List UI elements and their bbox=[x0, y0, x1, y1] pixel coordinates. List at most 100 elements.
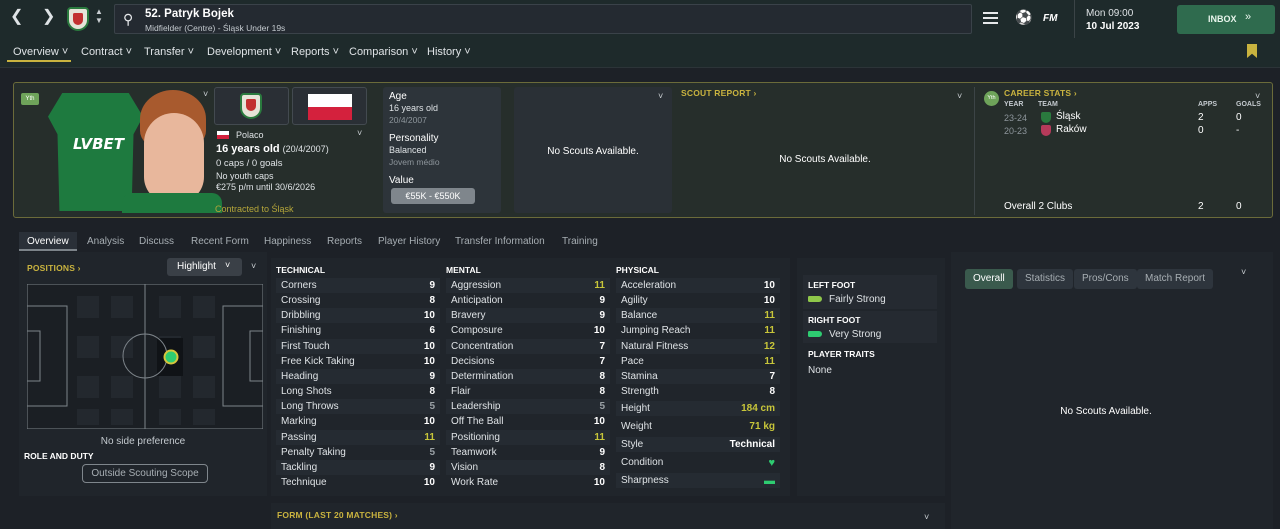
attribute-row[interactable]: Acceleration 10 bbox=[616, 278, 780, 293]
chevron-down-icon[interactable]: ˅ bbox=[203, 89, 208, 99]
scout-panel: Overall Statistics Pros/Cons Match Repor… bbox=[951, 252, 1273, 529]
tab-transfer-information[interactable]: Transfer Information bbox=[455, 236, 545, 247]
form-title[interactable]: FORM (LAST 20 MATCHES) › bbox=[277, 510, 398, 520]
highlight-dropdown[interactable]: Highlight ˅ bbox=[167, 258, 242, 276]
chevron-updown-icon[interactable]: ▲ ▼ bbox=[95, 7, 103, 25]
tab-statistics[interactable]: Statistics bbox=[1017, 269, 1074, 289]
attribute-row[interactable]: Passing 11 bbox=[276, 429, 440, 445]
chevron-down-icon[interactable]: ˅ bbox=[1241, 267, 1246, 277]
menu-reports[interactable]: Reports ˅ bbox=[291, 46, 339, 58]
tab-player-history[interactable]: Player History bbox=[378, 236, 440, 247]
career-team[interactable]: Raków bbox=[1056, 124, 1087, 135]
tab-training[interactable]: Training bbox=[562, 236, 598, 247]
attribute-value: 10 bbox=[593, 325, 605, 337]
attribute-row[interactable]: Free Kick Taking 10 bbox=[276, 354, 440, 369]
tab-overview[interactable]: Overview bbox=[27, 236, 69, 247]
attribute-row[interactable]: Jumping Reach 11 bbox=[616, 323, 780, 338]
attribute-row[interactable]: Marking 10 bbox=[276, 414, 440, 429]
attribute-row[interactable]: Penalty Taking 5 bbox=[276, 445, 440, 460]
attribute-row[interactable]: Vision 8 bbox=[446, 459, 610, 475]
chevron-down-icon[interactable]: ˅ bbox=[957, 91, 962, 101]
attribute-row[interactable]: Teamwork 9 bbox=[446, 445, 610, 460]
attribute-row[interactable]: Natural Fitness 12 bbox=[616, 338, 780, 354]
scout-report-title[interactable]: SCOUT REPORT › bbox=[681, 88, 757, 98]
ball-icon[interactable]: ⚽ bbox=[1015, 9, 1032, 26]
attribute-row[interactable]: Determination 8 bbox=[446, 368, 610, 384]
menu-overview[interactable]: Overview ˅ bbox=[13, 46, 68, 58]
tab-pros-cons[interactable]: Pros/Cons bbox=[1074, 269, 1137, 289]
menu-history[interactable]: History ˅ bbox=[427, 46, 471, 58]
attribute-row[interactable]: Condition ♥ bbox=[616, 455, 780, 470]
positions-title[interactable]: POSITIONS › bbox=[27, 263, 81, 273]
attribute-name: Condition bbox=[621, 457, 664, 468]
tab-happiness[interactable]: Happiness bbox=[264, 236, 311, 247]
career-team[interactable]: Śląsk bbox=[1056, 111, 1080, 122]
attribute-row[interactable]: Composure 10 bbox=[446, 323, 610, 338]
value-range[interactable]: €55K - €550K bbox=[391, 188, 475, 204]
tab-overall[interactable]: Overall bbox=[965, 269, 1013, 289]
chevron-down-icon[interactable]: ˅ bbox=[357, 128, 362, 138]
tab-discuss[interactable]: Discuss bbox=[139, 236, 174, 247]
tab-recent-form[interactable]: Recent Form bbox=[191, 236, 249, 247]
attribute-row[interactable]: Anticipation 9 bbox=[446, 293, 610, 308]
menu-transfer[interactable]: Transfer ˅ bbox=[144, 46, 194, 58]
date-time[interactable]: Mon 09:00 bbox=[1086, 8, 1133, 19]
club-crest-icon[interactable] bbox=[67, 7, 89, 31]
tab-analysis[interactable]: Analysis bbox=[87, 236, 124, 247]
club-badge-box[interactable] bbox=[214, 87, 289, 125]
attribute-row[interactable]: Concentration 7 bbox=[446, 338, 610, 354]
menu-comparison[interactable]: Comparison ˅ bbox=[349, 46, 418, 58]
search-bar[interactable]: ⚲ 52. Patryk Bojek Midfielder (Centre) -… bbox=[114, 4, 972, 34]
attribute-row[interactable]: Tackling 9 bbox=[276, 459, 440, 475]
attribute-row[interactable]: Balance 11 bbox=[616, 308, 780, 324]
attribute-row[interactable]: Finishing 6 bbox=[276, 323, 440, 338]
attribute-row[interactable]: Bravery 9 bbox=[446, 308, 610, 324]
chevron-down-icon[interactable]: ˅ bbox=[251, 261, 256, 271]
role-duty-button[interactable]: Outside Scouting Scope bbox=[82, 464, 208, 483]
nation-flag-box[interactable] bbox=[292, 87, 367, 125]
attribute-name: Weight bbox=[621, 421, 652, 432]
contract-status[interactable]: Contracted to Śląsk bbox=[215, 204, 294, 214]
attribute-row[interactable]: Decisions 7 bbox=[446, 354, 610, 369]
attribute-row[interactable]: First Touch 10 bbox=[276, 338, 440, 354]
attribute-row[interactable]: Weight 71 kg bbox=[616, 419, 780, 434]
attribute-row[interactable]: Height 184 cm bbox=[616, 401, 780, 416]
attribute-row[interactable]: Sharpness ▬ bbox=[616, 473, 780, 488]
slask-crest-icon bbox=[1041, 112, 1051, 123]
tab-reports[interactable]: Reports bbox=[327, 236, 362, 247]
attribute-row[interactable]: Positioning 11 bbox=[446, 429, 610, 445]
attribute-row[interactable]: Aggression 11 bbox=[446, 278, 610, 293]
chevron-down-icon[interactable]: ˅ bbox=[658, 91, 663, 101]
attribute-row[interactable]: Crossing 8 bbox=[276, 293, 440, 308]
inbox-button[interactable]: INBOX » bbox=[1177, 5, 1275, 34]
chevron-down-icon[interactable]: ˅ bbox=[924, 512, 929, 522]
career-stats-title[interactable]: CAREER STATS › bbox=[1004, 88, 1077, 98]
attribute-row[interactable]: Off The Ball 10 bbox=[446, 414, 610, 429]
attribute-value: 5 bbox=[599, 401, 605, 413]
menu-contract[interactable]: Contract ˅ bbox=[81, 46, 132, 58]
bookmark-icon[interactable] bbox=[1247, 44, 1257, 58]
menu-icon[interactable] bbox=[983, 12, 998, 24]
attribute-row[interactable]: Flair 8 bbox=[446, 384, 610, 399]
attribute-row[interactable]: Technique 10 bbox=[276, 475, 440, 490]
attribute-row[interactable]: Pace 11 bbox=[616, 354, 780, 369]
attribute-row[interactable]: Leadership 5 bbox=[446, 399, 610, 415]
attribute-row[interactable]: Stamina 7 bbox=[616, 368, 780, 384]
attribute-row[interactable]: Long Throws 5 bbox=[276, 399, 440, 415]
back-icon[interactable]: ❮ bbox=[10, 9, 23, 25]
menu-development[interactable]: Development ˅ bbox=[207, 46, 281, 58]
attribute-row[interactable]: Corners 9 bbox=[276, 278, 440, 293]
tab-match-report[interactable]: Match Report bbox=[1137, 269, 1214, 289]
fm-logo[interactable]: FM bbox=[1043, 13, 1057, 24]
attribute-row[interactable]: Strength 8 bbox=[616, 384, 780, 399]
attribute-row[interactable]: Long Shots 8 bbox=[276, 384, 440, 399]
attribute-row[interactable]: Work Rate 10 bbox=[446, 475, 610, 490]
attribute-value: 7 bbox=[769, 370, 775, 382]
date[interactable]: 10 Jul 2023 bbox=[1086, 21, 1139, 32]
attribute-row[interactable]: Style Technical bbox=[616, 437, 780, 452]
attribute-row[interactable]: Agility 10 bbox=[616, 293, 780, 308]
attribute-row[interactable]: Heading 9 bbox=[276, 368, 440, 384]
attribute-row[interactable]: Dribbling 10 bbox=[276, 308, 440, 324]
chevron-down-icon[interactable]: ˅ bbox=[1255, 91, 1260, 101]
forward-icon[interactable]: ❯ bbox=[42, 9, 55, 25]
